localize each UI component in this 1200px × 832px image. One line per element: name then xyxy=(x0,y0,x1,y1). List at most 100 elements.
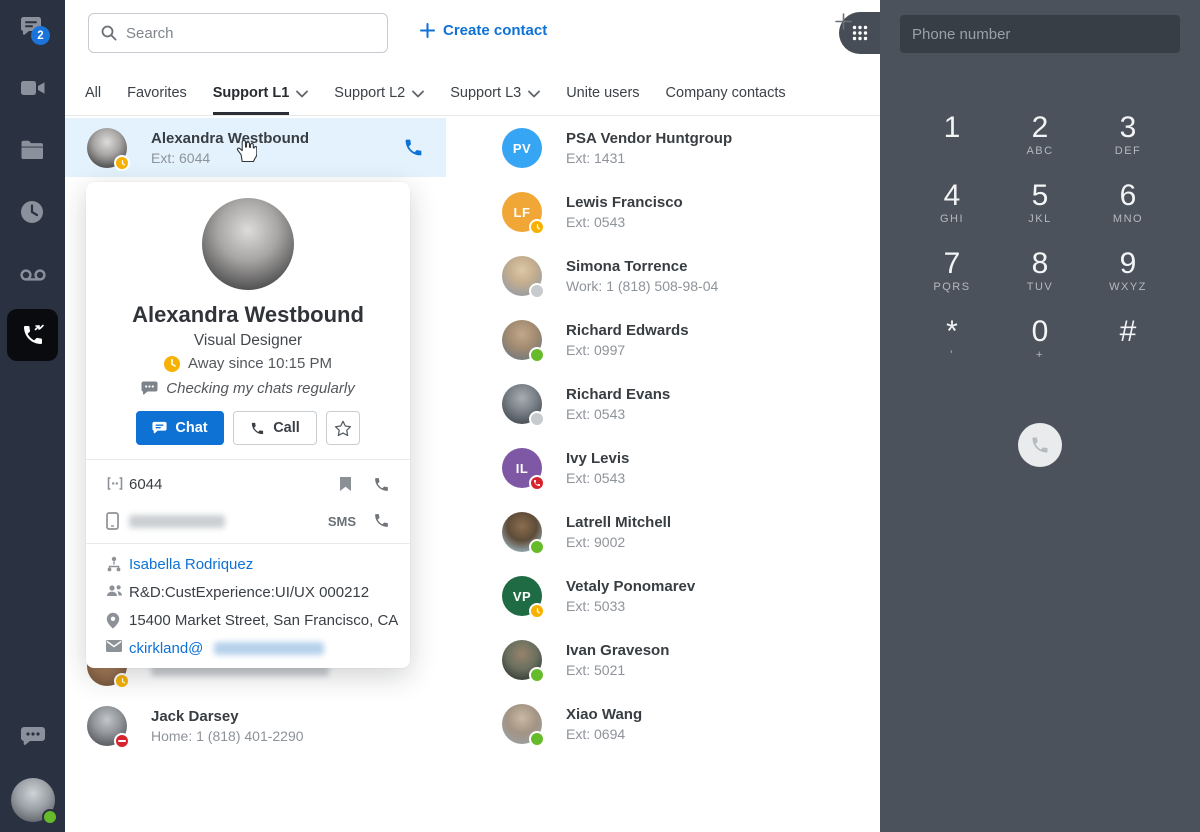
avatar-initials: VP xyxy=(502,576,542,616)
tab-favorites[interactable]: Favorites xyxy=(127,70,187,115)
contact-row[interactable]: Richard Edwards Ext: 0997 xyxy=(480,310,880,369)
dial-key-0[interactable]: 0+ xyxy=(996,308,1084,376)
contact-detail: Ext: 0997 xyxy=(566,342,625,358)
team-value: R&D:CustExperience:UI/UX 000212 xyxy=(129,584,369,601)
presence-badge xyxy=(529,347,545,363)
team-icon xyxy=(106,584,123,598)
presence-badge xyxy=(529,475,545,491)
contact-detail: Ext: 9002 xyxy=(566,534,625,550)
dial-key-pound[interactable]: # xyxy=(1084,308,1172,376)
tab-support-l1[interactable]: Support L1 xyxy=(213,70,309,115)
call-extension-icon[interactable] xyxy=(373,476,390,493)
avatar-initials: LF xyxy=(502,192,542,232)
presence-badge xyxy=(529,283,545,299)
dial-key-3[interactable]: 3DEF xyxy=(1084,104,1172,172)
contact-row[interactable]: Simona TorrenceWork: 1 (818) 508-98-04 xyxy=(480,246,880,305)
dial-key-star[interactable]: *' xyxy=(908,308,996,376)
call-mobile-icon[interactable] xyxy=(373,512,390,529)
contact-detail: Ext: 0694 xyxy=(566,726,625,742)
presence-badge xyxy=(114,155,130,171)
contacts-nav-active[interactable] xyxy=(7,309,58,361)
contact-row[interactable]: Richard Evans Ext: 0543 xyxy=(480,374,880,433)
favorite-star-button[interactable] xyxy=(326,411,360,445)
contact-row[interactable]: PV PSA Vendor HuntgroupExt: 1431 xyxy=(480,118,880,177)
dial-key-8[interactable]: 8TUV xyxy=(996,240,1084,308)
email-link[interactable]: ckirkland@ xyxy=(129,640,203,657)
contact-row[interactable]: VP Vetaly PonomarevExt: 5033 xyxy=(480,566,880,625)
search-input[interactable] xyxy=(126,25,375,42)
folder-icon[interactable] xyxy=(20,140,45,160)
bookmark-icon[interactable] xyxy=(339,476,352,492)
contact-detail: Ext: 5021 xyxy=(566,662,625,678)
contact-popup-card: Alexandra Westbound Visual Designer Away… xyxy=(86,182,410,668)
search-box[interactable] xyxy=(88,13,388,53)
obscured-mobile-number xyxy=(129,515,225,528)
sms-button[interactable]: SMS xyxy=(328,514,356,529)
location-pin-icon xyxy=(106,612,120,629)
contact-row[interactable]: Ivan GravesonExt: 5021 xyxy=(480,630,880,689)
contact-name: Richard Edwards xyxy=(566,322,689,339)
org-chart-icon xyxy=(106,556,122,572)
dial-key-7[interactable]: 7PQRS xyxy=(908,240,996,308)
dial-key-1[interactable]: 1 xyxy=(908,104,996,172)
envelope-icon xyxy=(106,640,122,652)
user-avatar[interactable] xyxy=(11,778,55,822)
chevron-down-icon xyxy=(412,90,424,98)
tab-support-l2[interactable]: Support L2 xyxy=(334,70,424,115)
manager-link[interactable]: Isabella Rodriquez xyxy=(129,556,253,573)
dial-key-5[interactable]: 5JKL xyxy=(996,172,1084,240)
contact-name: Jack Darsey xyxy=(151,708,239,725)
dial-key-9[interactable]: 9WXYZ xyxy=(1084,240,1172,308)
tab-company-contacts[interactable]: Company contacts xyxy=(666,70,786,115)
voicemail-icon[interactable] xyxy=(20,268,46,282)
tab-unite-users[interactable]: Unite users xyxy=(566,70,639,115)
popup-contact-name: Alexandra Westbound xyxy=(86,302,410,328)
dial-key-2[interactable]: 2ABC xyxy=(996,104,1084,172)
avatar-initials: IL xyxy=(502,448,542,488)
history-icon[interactable] xyxy=(20,200,44,224)
avatar-photo xyxy=(502,704,542,744)
extension-icon xyxy=(106,476,124,491)
contact-detail: Ext: 0543 xyxy=(566,406,625,422)
unread-count-badge: 2 xyxy=(31,26,50,45)
presence-badge xyxy=(529,667,545,683)
status-bubble-icon xyxy=(141,381,158,396)
avatar-photo xyxy=(502,256,542,296)
dial-key-4[interactable]: 4GHI xyxy=(908,172,996,240)
presence-badge xyxy=(529,411,545,427)
phone-number-input[interactable] xyxy=(900,15,1180,53)
add-tab-button[interactable] xyxy=(835,13,852,30)
dial-call-button[interactable] xyxy=(1018,423,1062,467)
tab-support-l3[interactable]: Support L3 xyxy=(450,70,540,115)
contact-tabs: All Favorites Support L1 Support L2 Supp… xyxy=(65,70,880,116)
grid-icon xyxy=(851,24,869,42)
phone-icon xyxy=(250,421,265,436)
avatar-photo xyxy=(502,640,542,680)
video-icon[interactable] xyxy=(20,78,46,98)
team-row: R&D:CustExperience:UI/UX 000212 xyxy=(86,579,410,607)
dial-key-6[interactable]: 6MNO xyxy=(1084,172,1172,240)
feedback-icon[interactable] xyxy=(20,726,46,748)
contact-name: Simona Torrence xyxy=(566,258,687,275)
call-button[interactable]: Call xyxy=(233,411,317,445)
contact-row[interactable]: IL Ivy LevisExt: 0543 xyxy=(480,438,880,497)
contact-name: Richard Evans xyxy=(566,386,670,403)
contact-name: Lewis Francisco xyxy=(566,194,683,211)
presence-badge xyxy=(529,539,545,555)
presence-badge xyxy=(529,603,545,619)
contact-row[interactable]: Xiao WangExt: 0694 xyxy=(480,694,880,753)
contact-row[interactable]: Latrell Mitchell Ext: 9002 xyxy=(480,502,880,561)
contact-row-jack[interactable]: Jack Darsey Home: 1 (818) 401-2290 xyxy=(65,696,446,755)
chat-button[interactable]: Chat xyxy=(136,411,224,445)
email-row: ckirkland@ xyxy=(86,635,410,663)
presence-badge xyxy=(114,673,130,689)
avatar-initials-text: PV xyxy=(513,141,531,156)
call-contact-icon[interactable] xyxy=(403,137,424,158)
contact-name: Latrell Mitchell xyxy=(566,514,671,531)
avatar-photo xyxy=(502,384,542,424)
contact-row[interactable]: LF Lewis FranciscoExt: 0543 xyxy=(480,182,880,241)
contact-row-alexandra[interactable]: Alexandra Westbound Ext: 6044 xyxy=(65,118,446,177)
tab-all[interactable]: All xyxy=(85,70,101,115)
create-contact-button[interactable]: Create contact xyxy=(420,22,547,39)
contacts-main: Create contact All Favorites Support L1 … xyxy=(65,0,880,832)
